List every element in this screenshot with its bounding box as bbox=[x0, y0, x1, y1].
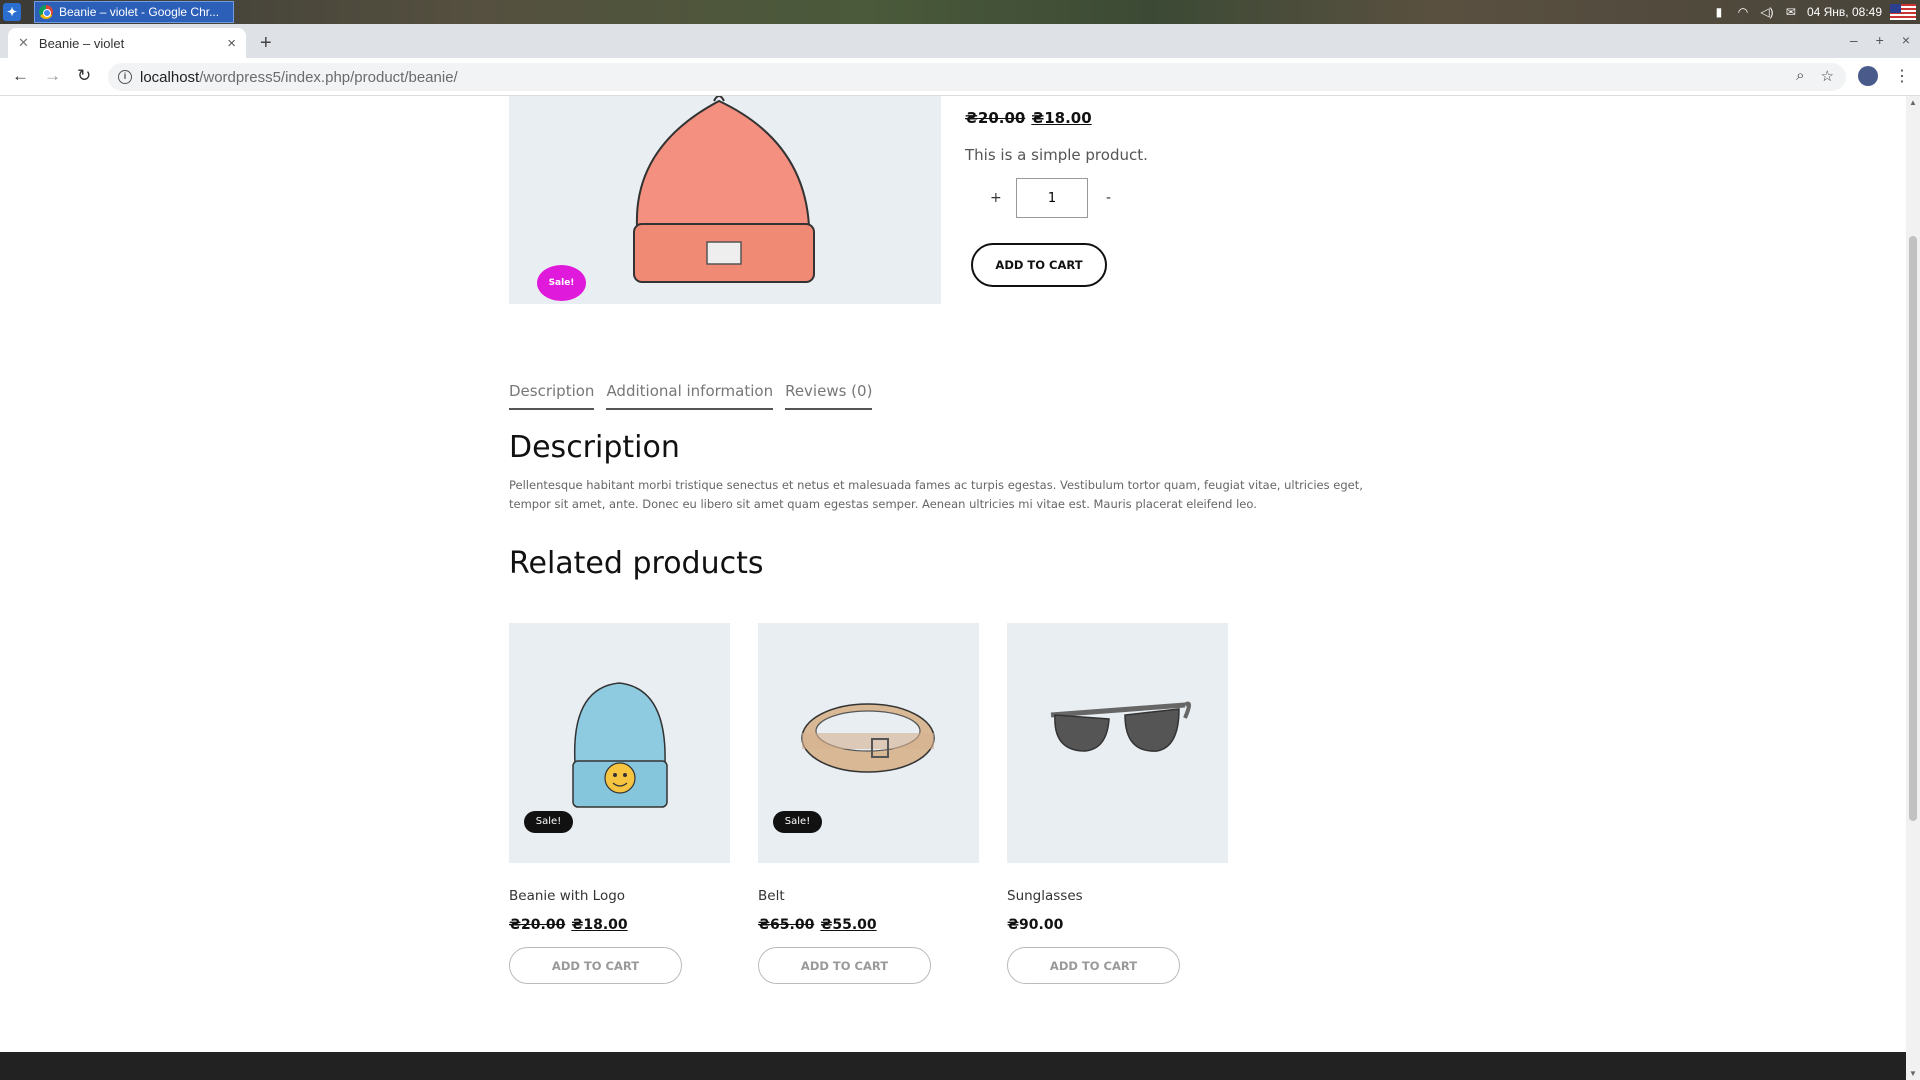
old-price: ₴20.00 bbox=[509, 917, 566, 933]
page-scrollbar[interactable]: ▲ ▼ bbox=[1906, 96, 1920, 1080]
related-products-heading: Related products bbox=[509, 546, 764, 581]
tab-title: Beanie – violet bbox=[38, 35, 125, 51]
url-path: /wordpress5/index.php/product/beanie/ bbox=[199, 68, 458, 86]
scroll-down-icon[interactable]: ▼ bbox=[1909, 1069, 1917, 1078]
old-price: ₴65.00 bbox=[758, 917, 815, 933]
back-arrow-icon[interactable]: ← bbox=[12, 66, 29, 86]
browser-tabstrip: ✕ Beanie – violet × + – + × bbox=[0, 24, 1920, 58]
site-footer bbox=[0, 1052, 1906, 1080]
profile-avatar[interactable] bbox=[1858, 66, 1878, 86]
browser-tab[interactable]: ✕ Beanie – violet × bbox=[8, 28, 246, 58]
wifi-icon[interactable]: ◠ bbox=[1735, 5, 1751, 19]
keyboard-layout-flag-icon[interactable] bbox=[1890, 4, 1916, 20]
clock[interactable]: 04 Янв, 08:49 bbox=[1807, 5, 1882, 19]
system-tray: ▮ ◠ ◁) ✉ 04 Янв, 08:49 bbox=[1711, 0, 1916, 24]
scroll-up-icon[interactable]: ▲ bbox=[1909, 98, 1917, 107]
zoom-icon[interactable]: ⌕ bbox=[1796, 67, 1804, 85]
related-product-price: ₴65.00 ₴55.00 bbox=[758, 917, 877, 933]
related-product-name[interactable]: Belt bbox=[758, 888, 785, 904]
chrome-menu-icon[interactable]: ⋮ bbox=[1894, 66, 1910, 86]
sale-price: ₴18.00 bbox=[571, 917, 628, 933]
related-product-name[interactable]: Sunglasses bbox=[1007, 888, 1083, 904]
add-to-cart-button[interactable]: ADD TO CART bbox=[971, 243, 1107, 287]
url-host: localhost bbox=[140, 68, 200, 86]
related-product-price: ₴20.00 ₴18.00 bbox=[509, 917, 628, 933]
close-tab-icon[interactable]: × bbox=[227, 35, 236, 52]
related-product-name[interactable]: Beanie with Logo bbox=[509, 888, 625, 904]
old-price: ₴20.00 bbox=[965, 109, 1026, 127]
product-price: ₴20.00 ₴18.00 bbox=[965, 109, 1092, 127]
tab-favicon-icon: ✕ bbox=[18, 35, 29, 50]
scrollbar-thumb[interactable] bbox=[1909, 236, 1917, 821]
page-viewport: Sale! ₴20.00 ₴18.00 This is a simple prod… bbox=[0, 96, 1906, 1080]
sunglasses-image bbox=[1050, 701, 1191, 752]
related-product-image[interactable] bbox=[1007, 623, 1228, 863]
sale-price: ₴55.00 bbox=[820, 917, 877, 933]
maximize-icon[interactable]: + bbox=[1876, 32, 1884, 48]
related-sale-badge: Sale! bbox=[524, 811, 573, 833]
address-bar[interactable]: i localhost/wordpress5/index.php/product… bbox=[108, 63, 1846, 91]
product-short-description: This is a simple product. bbox=[965, 146, 1148, 164]
description-text: Pellentesque habitant morbi tristique se… bbox=[509, 478, 1363, 511]
new-tab-button[interactable]: + bbox=[260, 32, 272, 55]
bookmark-star-icon[interactable]: ☆ bbox=[1821, 67, 1834, 85]
window-controls: – + × bbox=[1850, 32, 1910, 48]
related-add-to-cart-button[interactable]: ADD TO CART bbox=[509, 947, 682, 984]
os-menu-icon[interactable]: ✦ bbox=[3, 3, 21, 21]
site-info-icon[interactable]: i bbox=[118, 70, 132, 84]
reload-icon[interactable]: ↻ bbox=[77, 66, 91, 86]
quantity-input[interactable] bbox=[1016, 178, 1088, 218]
taskbar-window-title: Beanie – violet - Google Chr... bbox=[59, 5, 220, 19]
volume-icon[interactable]: ◁) bbox=[1759, 5, 1775, 19]
price: ₴90.00 bbox=[1007, 917, 1064, 933]
battery-icon[interactable]: ▮ bbox=[1711, 5, 1727, 19]
forward-arrow-icon[interactable]: → bbox=[44, 66, 61, 86]
browser-toolbar: ← → ↻ i localhost/wordpress5/index.php/p… bbox=[0, 58, 1920, 96]
minimize-icon[interactable]: – bbox=[1850, 32, 1858, 48]
sale-badge: Sale! bbox=[537, 265, 586, 301]
close-window-icon[interactable]: × bbox=[1902, 32, 1910, 48]
tab-additional-information[interactable]: Additional information bbox=[606, 382, 774, 410]
tab-reviews[interactable]: Reviews (0) bbox=[785, 382, 873, 410]
related-add-to-cart-button[interactable]: ADD TO CART bbox=[1007, 947, 1180, 984]
tab-description[interactable]: Description bbox=[509, 382, 595, 410]
product-tabs: Description Additional information Revie… bbox=[509, 382, 873, 410]
related-sale-badge: Sale! bbox=[773, 811, 822, 833]
os-taskbar: ✦ Beanie – violet - Google Chr... ▮ ◠ ◁)… bbox=[0, 0, 1920, 24]
chrome-icon bbox=[39, 5, 53, 19]
description-heading: Description bbox=[509, 430, 680, 465]
quantity-plus-button[interactable]: + bbox=[990, 190, 1002, 206]
taskbar-chrome-window[interactable]: Beanie – violet - Google Chr... bbox=[34, 1, 234, 23]
quantity-minus-button[interactable]: - bbox=[1106, 190, 1111, 206]
mail-icon[interactable]: ✉ bbox=[1783, 5, 1799, 19]
related-add-to-cart-button[interactable]: ADD TO CART bbox=[758, 947, 931, 984]
related-product-price: ₴90.00 bbox=[1007, 917, 1063, 933]
sale-price: ₴18.00 bbox=[1031, 109, 1092, 127]
